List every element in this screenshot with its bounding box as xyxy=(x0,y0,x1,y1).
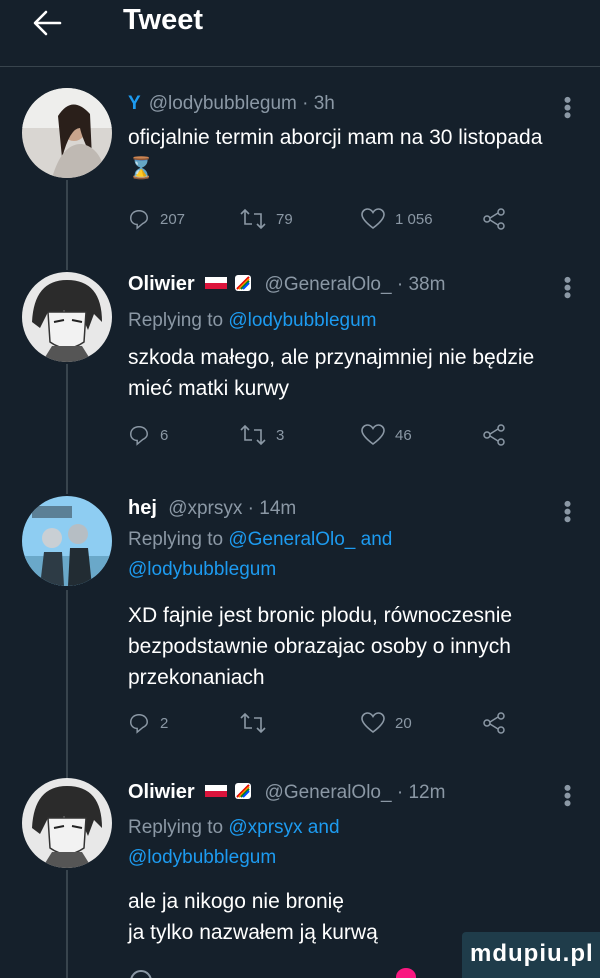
heart-icon xyxy=(361,424,385,446)
thread-line xyxy=(66,590,68,780)
mention-link[interactable]: @GeneralOlo_ and xyxy=(228,529,392,550)
avatar[interactable] xyxy=(22,272,112,362)
replying-to: Replying to @GeneralOlo_ and @lodybubble… xyxy=(128,529,393,580)
rainbow-icon xyxy=(235,783,252,800)
share-icon xyxy=(483,712,505,734)
back-arrow-icon[interactable] xyxy=(30,6,64,40)
more-options-icon[interactable]: ••• xyxy=(555,276,580,299)
tweet-text: oficjalnie termin aborcji mam na 30 list… xyxy=(128,126,543,180)
tweet-header: Oliwier @GeneralOlo_ · 38m xyxy=(128,273,445,296)
rainbow-icon xyxy=(235,275,252,292)
retweet-button[interactable]: 3 xyxy=(240,424,284,446)
handle-time[interactable]: @lodybubblegum · 3h xyxy=(149,93,335,114)
retweet-button[interactable]: 79 xyxy=(240,208,293,230)
thread-line xyxy=(66,180,68,270)
share-icon xyxy=(483,208,505,230)
reply-button[interactable]: 2 xyxy=(128,712,168,734)
reply-icon xyxy=(130,210,148,230)
share-icon xyxy=(483,424,505,446)
tweet-actions: 6 3 46 xyxy=(128,424,528,454)
share-button[interactable] xyxy=(482,424,516,446)
reply-button[interactable]: 207 xyxy=(128,208,185,230)
reply-icon xyxy=(130,426,148,446)
display-name[interactable]: Oliwier xyxy=(128,273,195,295)
reply-icon xyxy=(130,714,148,734)
heart-icon xyxy=(361,208,385,230)
tweet-header: Oliwier @GeneralOlo_ · 12m xyxy=(128,781,445,804)
tweet-actions: 207 79 1 056 xyxy=(128,208,528,238)
avatar[interactable] xyxy=(22,88,112,178)
heart-icon[interactable] xyxy=(396,968,416,978)
share-button[interactable] xyxy=(482,208,516,230)
mention-link[interactable]: @xprsyx and xyxy=(228,817,339,838)
more-options-icon[interactable]: ••• xyxy=(555,500,580,523)
heart-icon xyxy=(361,712,385,734)
retweet-icon xyxy=(240,712,266,734)
share-button[interactable] xyxy=(482,712,516,734)
more-options-icon[interactable]: ••• xyxy=(555,96,580,119)
like-button[interactable]: 46 xyxy=(361,424,412,446)
handle-time[interactable]: @xprsyx · 14m xyxy=(168,498,296,519)
tweet-text: XD fajnie jest bronic plodu, równoczesni… xyxy=(128,604,513,689)
replying-to: Replying to @xprsyx and @lodybubblegum xyxy=(128,817,340,868)
avatar[interactable] xyxy=(22,778,112,868)
retweet-button[interactable] xyxy=(240,712,276,734)
top-bar: Tweet xyxy=(0,0,600,67)
mention-link[interactable]: @lodybubblegum xyxy=(128,847,276,868)
flag-icon xyxy=(204,785,227,798)
retweet-icon xyxy=(240,424,266,446)
tweet-text: szkoda małego, ale przynajmniej nie będz… xyxy=(128,346,535,400)
reply-button[interactable]: 6 xyxy=(128,424,168,446)
retweet-icon xyxy=(240,208,266,230)
display-name[interactable]: Oliwier xyxy=(128,781,195,803)
page-title: Tweet xyxy=(123,4,204,36)
sprout-icon: Y xyxy=(128,93,141,114)
thread-line xyxy=(66,364,68,494)
tweet-actions: 2 20 xyxy=(128,712,528,742)
hourglass-emoji: ⌛ xyxy=(128,157,155,180)
like-button[interactable]: 1 056 xyxy=(361,208,433,230)
handle-time[interactable]: @GeneralOlo_ · 38m xyxy=(265,274,446,295)
more-options-icon[interactable]: ••• xyxy=(555,784,580,807)
replying-to: Replying to @lodybubblegum xyxy=(128,310,377,331)
tweet-header: hej @xprsyx · 14m xyxy=(128,497,296,520)
reply-icon[interactable] xyxy=(130,970,152,978)
thread-line xyxy=(66,870,68,978)
watermark: mdupiu.pl xyxy=(462,932,600,978)
mention-link[interactable]: @lodybubblegum xyxy=(128,559,276,580)
handle-time[interactable]: @GeneralOlo_ · 12m xyxy=(265,782,446,803)
flag-icon xyxy=(204,277,227,290)
display-name[interactable]: hej xyxy=(128,497,157,519)
like-button[interactable]: 20 xyxy=(361,712,412,734)
mention-link[interactable]: @lodybubblegum xyxy=(228,310,376,331)
tweet-header: Y @lodybubblegum · 3h xyxy=(128,93,335,115)
avatar[interactable] xyxy=(22,496,112,586)
